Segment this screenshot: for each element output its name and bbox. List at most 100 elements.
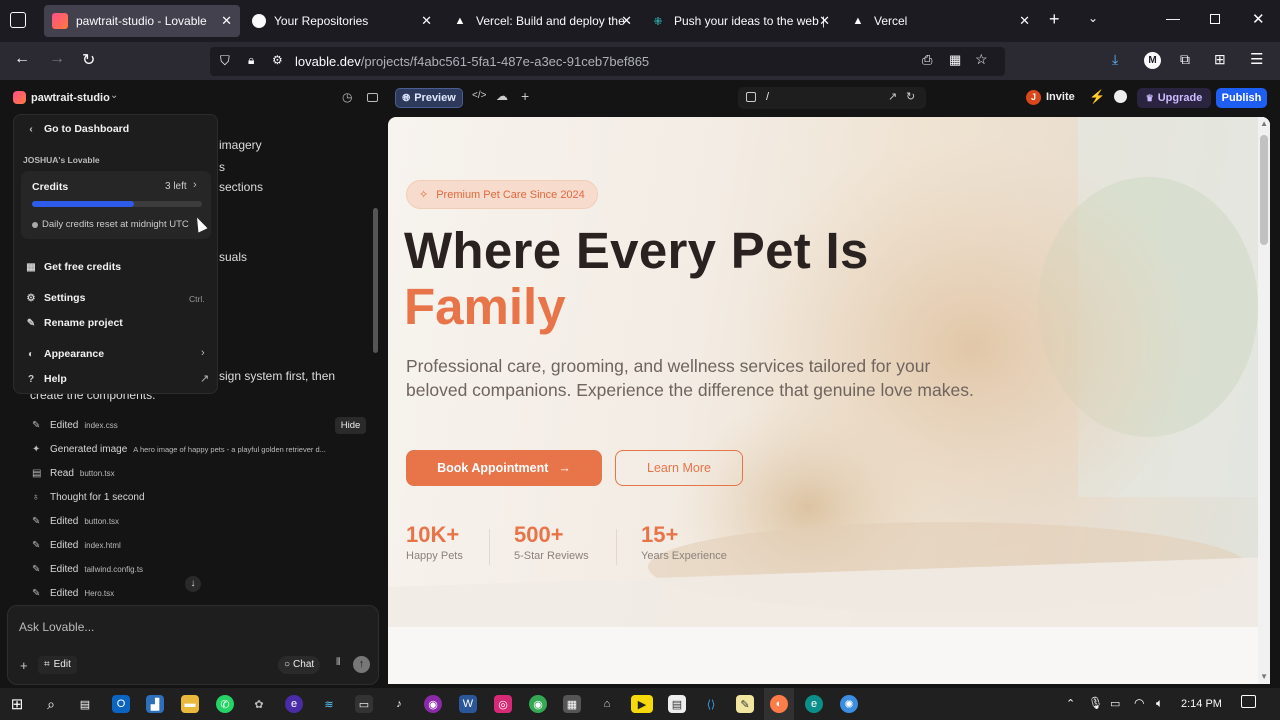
microphone-icon[interactable]: 🎙︎ bbox=[1088, 696, 1103, 710]
chat-mode-button[interactable]: ○ Chat bbox=[278, 656, 321, 674]
file-explorer-icon[interactable]: ▬ bbox=[181, 695, 199, 713]
calculator-icon[interactable]: ▦ bbox=[563, 695, 581, 713]
device-toggle-icon[interactable] bbox=[746, 92, 756, 102]
attach-plus-icon[interactable]: + bbox=[20, 658, 28, 673]
close-tab-icon[interactable]: ✕ bbox=[221, 13, 232, 29]
account-avatar[interactable]: M bbox=[1144, 52, 1161, 69]
extension-grid-icon[interactable]: ▦ bbox=[949, 52, 961, 68]
scroll-up-icon[interactable]: ▲ bbox=[1260, 119, 1268, 128]
maximize-icon[interactable] bbox=[1210, 14, 1220, 24]
clock-time[interactable]: 2:14 PM bbox=[1181, 698, 1222, 710]
preview-path-bar[interactable]: / ↗ ↻ bbox=[738, 87, 926, 109]
scrollbar-thumb[interactable] bbox=[1260, 135, 1268, 245]
tab-list-icon[interactable] bbox=[10, 12, 26, 28]
battery-icon[interactable]: ▭ bbox=[1110, 697, 1120, 710]
forward-icon[interactable]: → bbox=[49, 50, 65, 68]
bookmark-star-icon[interactable]: ☆ bbox=[975, 51, 988, 68]
terminal-icon[interactable]: ▭ bbox=[355, 695, 373, 713]
preview-tab[interactable]: 🌐︎ Preview bbox=[395, 88, 463, 108]
wifi-icon[interactable]: ◠ bbox=[1134, 696, 1144, 710]
volume-icon[interactable]: 🔈︎ bbox=[1156, 696, 1163, 711]
downloads-icon[interactable]: ⤓ bbox=[1112, 51, 1118, 68]
notifications-icon[interactable] bbox=[1241, 695, 1256, 708]
get-free-credits[interactable]: ▦ Get free credits bbox=[24, 261, 121, 273]
whatsapp-icon[interactable]: ✆ bbox=[216, 695, 234, 713]
address-bar[interactable]: ⛉ 🔒︎ ⚙ lovable.dev/projects/f4abc561-5fa… bbox=[210, 47, 1005, 76]
bolt-icon[interactable]: ⚡ bbox=[1089, 89, 1105, 105]
notes-icon[interactable]: ✎ bbox=[736, 695, 754, 713]
scroll-down-arrow-icon[interactable]: ▼ bbox=[1260, 672, 1268, 681]
word-icon[interactable]: W bbox=[459, 695, 477, 713]
notepad-icon[interactable]: ▤ bbox=[668, 695, 686, 713]
close-tab-icon[interactable]: ✕ bbox=[1019, 13, 1030, 29]
tab-overflow-chevron-icon[interactable]: ⌄ bbox=[1088, 11, 1098, 25]
project-chevron-down-icon[interactable]: ⌄ bbox=[110, 90, 118, 101]
chat-scrollbar[interactable] bbox=[373, 208, 378, 353]
tab-push-ideas[interactable]: ⁜ Push your ideas to the web | L ✕ bbox=[642, 5, 838, 37]
project-name[interactable]: pawtrait-studio bbox=[31, 92, 110, 104]
edge-icon[interactable]: e bbox=[805, 695, 823, 713]
app-icon[interactable]: ▟ bbox=[146, 695, 164, 713]
publish-button[interactable]: Publish bbox=[1216, 88, 1267, 108]
app-icon[interactable]: ◉ bbox=[424, 695, 442, 713]
chat-input[interactable]: Ask Lovable... bbox=[19, 620, 94, 634]
history-icon[interactable]: ◷ bbox=[342, 90, 352, 104]
book-appointment-button[interactable]: Book Appointment → bbox=[406, 450, 602, 486]
start-icon[interactable]: ⊞ bbox=[8, 695, 26, 713]
instagram-icon[interactable]: ◎ bbox=[494, 695, 512, 713]
hamburger-menu-icon[interactable]: ☰ bbox=[1250, 50, 1263, 68]
voice-icon[interactable]: ⦀ bbox=[336, 657, 340, 668]
send-button[interactable]: ↑ bbox=[353, 656, 370, 673]
appearance-item[interactable]: ◐ Appearance bbox=[24, 348, 104, 360]
chat-input-box[interactable]: Ask Lovable... + ⌗ Edit ○ Chat ⦀ ↑ bbox=[7, 605, 379, 685]
permissions-icon[interactable]: ⚙ bbox=[272, 53, 283, 67]
add-view-icon[interactable]: + bbox=[521, 88, 529, 104]
user-avatar[interactable]: J bbox=[1026, 90, 1041, 105]
tray-chevron-up-icon[interactable]: ⌃ bbox=[1066, 697, 1075, 710]
extensions-puzzle-icon[interactable]: ⧉ bbox=[1180, 51, 1190, 68]
outlook-icon[interactable]: O bbox=[112, 695, 130, 713]
open-external-icon[interactable]: ↗ bbox=[888, 90, 897, 103]
minimize-icon[interactable]: — bbox=[1166, 10, 1180, 26]
scroll-down-icon[interactable]: ↓ bbox=[185, 576, 201, 592]
search-icon[interactable]: ⌕ bbox=[42, 695, 60, 713]
tab-vercel[interactable]: ▲ Vercel ✕ bbox=[842, 5, 1038, 37]
save-page-icon[interactable]: ⎙ bbox=[922, 52, 932, 68]
shield-icon[interactable]: ⛉ bbox=[220, 53, 230, 69]
sidebar-toggle-icon[interactable] bbox=[367, 93, 378, 102]
app-icon[interactable]: ⌂ bbox=[598, 695, 616, 713]
tab-lovable[interactable]: pawtrait-studio - Lovable ✕ bbox=[44, 5, 240, 37]
go-to-dashboard[interactable]: ‹ Go to Dashboard bbox=[24, 123, 129, 135]
apps-grid-icon[interactable]: ⊞ bbox=[1214, 51, 1226, 68]
upgrade-button[interactable]: ♛ Upgrade bbox=[1137, 88, 1211, 108]
close-tab-icon[interactable]: ✕ bbox=[621, 13, 632, 29]
vscode-icon[interactable]: ⟨⟩ bbox=[702, 695, 720, 713]
rename-project[interactable]: ✎ Rename project bbox=[24, 317, 123, 329]
github-icon[interactable] bbox=[1114, 90, 1127, 103]
lock-icon[interactable]: 🔒︎ bbox=[248, 53, 254, 68]
new-tab-icon[interactable]: + bbox=[1049, 9, 1060, 30]
media-player-icon[interactable]: ▶ bbox=[631, 695, 653, 713]
invite-button[interactable]: Invite bbox=[1046, 91, 1075, 103]
chrome-icon[interactable]: ◉ bbox=[529, 695, 547, 713]
help-item[interactable]: ? Help bbox=[24, 373, 67, 385]
settings-item[interactable]: ⚙ Settings bbox=[24, 292, 86, 304]
app-icon[interactable]: e bbox=[285, 695, 303, 713]
tab-vercel-build[interactable]: ▲ Vercel: Build and deploy the b ✕ bbox=[444, 5, 640, 37]
edit-mode-button[interactable]: ⌗ Edit bbox=[38, 656, 77, 674]
code-view-icon[interactable]: </> bbox=[472, 90, 486, 101]
app-icon[interactable]: ✿ bbox=[250, 695, 268, 713]
refresh-preview-icon[interactable]: ↻ bbox=[906, 90, 915, 103]
back-icon[interactable]: ← bbox=[14, 50, 30, 68]
learn-more-button[interactable]: Learn More bbox=[615, 450, 743, 486]
hide-button[interactable]: Hide bbox=[335, 417, 366, 434]
close-tab-icon[interactable]: ✕ bbox=[819, 13, 830, 29]
cloud-icon[interactable]: ☁︎ bbox=[496, 89, 508, 103]
credits-card[interactable]: Credits 3 left › Daily credits reset at … bbox=[21, 171, 211, 239]
app-icon[interactable]: ✺ bbox=[840, 695, 858, 713]
reload-icon[interactable]: ↻ bbox=[82, 50, 95, 70]
close-tab-icon[interactable]: ✕ bbox=[421, 13, 432, 29]
close-window-icon[interactable]: ✕ bbox=[1252, 10, 1265, 28]
layers-app-icon[interactable]: ≋ bbox=[320, 695, 338, 713]
task-view-icon[interactable]: ▤ bbox=[76, 695, 94, 713]
